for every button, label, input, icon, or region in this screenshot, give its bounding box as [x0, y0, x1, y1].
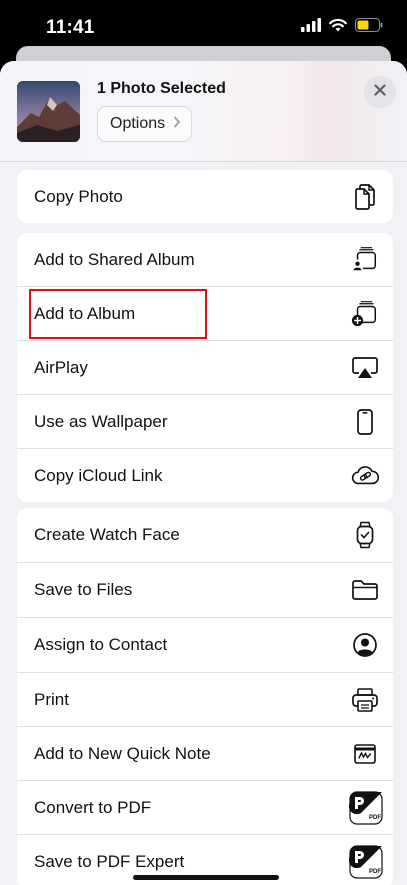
action-add-to-new-quick-note[interactable]: Add to New Quick Note — [17, 727, 393, 781]
action-label: Print — [34, 689, 69, 709]
action-label: Add to Shared Album — [34, 249, 195, 269]
action-label: Copy Photo — [34, 186, 123, 206]
shared-album-icon — [351, 246, 379, 274]
cellular-signal-icon — [301, 18, 321, 37]
chevron-right-icon — [173, 115, 181, 133]
status-time: 11:41 — [46, 17, 95, 38]
svg-text:PDF: PDF — [369, 869, 381, 875]
contact-icon — [351, 631, 379, 659]
action-group-more: Create Watch Face Save to Files Assign t… — [17, 508, 393, 885]
home-indicator — [133, 875, 279, 880]
action-label: Save to PDF Expert — [34, 851, 185, 871]
svg-text:PDF: PDF — [369, 815, 381, 821]
airplay-icon — [351, 354, 379, 382]
action-label: AirPlay — [34, 357, 88, 377]
action-label: Copy iCloud Link — [34, 465, 163, 485]
close-icon — [374, 83, 386, 101]
options-label: Options — [110, 115, 166, 132]
folder-icon — [351, 576, 379, 604]
action-label: Assign to Contact — [34, 635, 168, 654]
close-button[interactable] — [364, 76, 396, 108]
phone-icon — [351, 408, 379, 436]
share-sheet-header: 1 Photo Selected Options — [0, 61, 407, 162]
action-copy-icloud-link[interactable]: Copy iCloud Link — [17, 449, 393, 502]
action-convert-to-pdf[interactable]: Convert to PDF PDF — [17, 781, 393, 835]
pdf-convert-icon: PDF — [349, 790, 383, 825]
action-use-as-wallpaper[interactable]: Use as Wallpaper — [17, 395, 393, 449]
watch-icon — [351, 521, 379, 549]
action-airplay[interactable]: AirPlay — [17, 341, 393, 395]
status-icons — [301, 18, 383, 37]
wifi-icon — [329, 18, 347, 37]
action-assign-to-contact[interactable]: Assign to Contact — [17, 618, 393, 673]
action-label: Add to New Quick Note — [34, 743, 211, 763]
action-add-to-album[interactable]: Add to Album — [17, 287, 393, 341]
add-album-icon — [351, 300, 379, 328]
action-create-watch-face[interactable]: Create Watch Face — [17, 508, 393, 563]
action-label: Save to Files — [34, 580, 133, 599]
action-group-copy: Copy Photo — [17, 170, 393, 223]
printer-icon — [351, 686, 379, 714]
pdf-expert-icon: PDF — [349, 844, 383, 879]
options-button[interactable]: Options — [97, 106, 192, 142]
action-add-to-shared-album[interactable]: Add to Shared Album — [17, 233, 393, 287]
action-label: Add to Album — [34, 303, 136, 323]
action-group-share: Add to Shared Album Add to Album AirPlay… — [17, 233, 393, 502]
copy-photo-icon — [351, 183, 379, 211]
photo-thumbnail — [17, 81, 80, 142]
action-save-to-files[interactable]: Save to Files — [17, 563, 393, 618]
action-label: Create Watch Face — [34, 525, 180, 544]
action-label: Use as Wallpaper — [34, 411, 168, 431]
battery-icon — [355, 18, 383, 37]
quick-note-icon — [351, 740, 379, 768]
share-sheet: 1 Photo Selected Options Copy Photo Add … — [0, 61, 407, 885]
action-label: Convert to PDF — [34, 797, 152, 817]
cloud-link-icon — [351, 462, 379, 490]
action-copy-photo[interactable]: Copy Photo — [17, 170, 393, 223]
selection-title: 1 Photo Selected — [97, 80, 226, 97]
action-print[interactable]: Print — [17, 673, 393, 727]
